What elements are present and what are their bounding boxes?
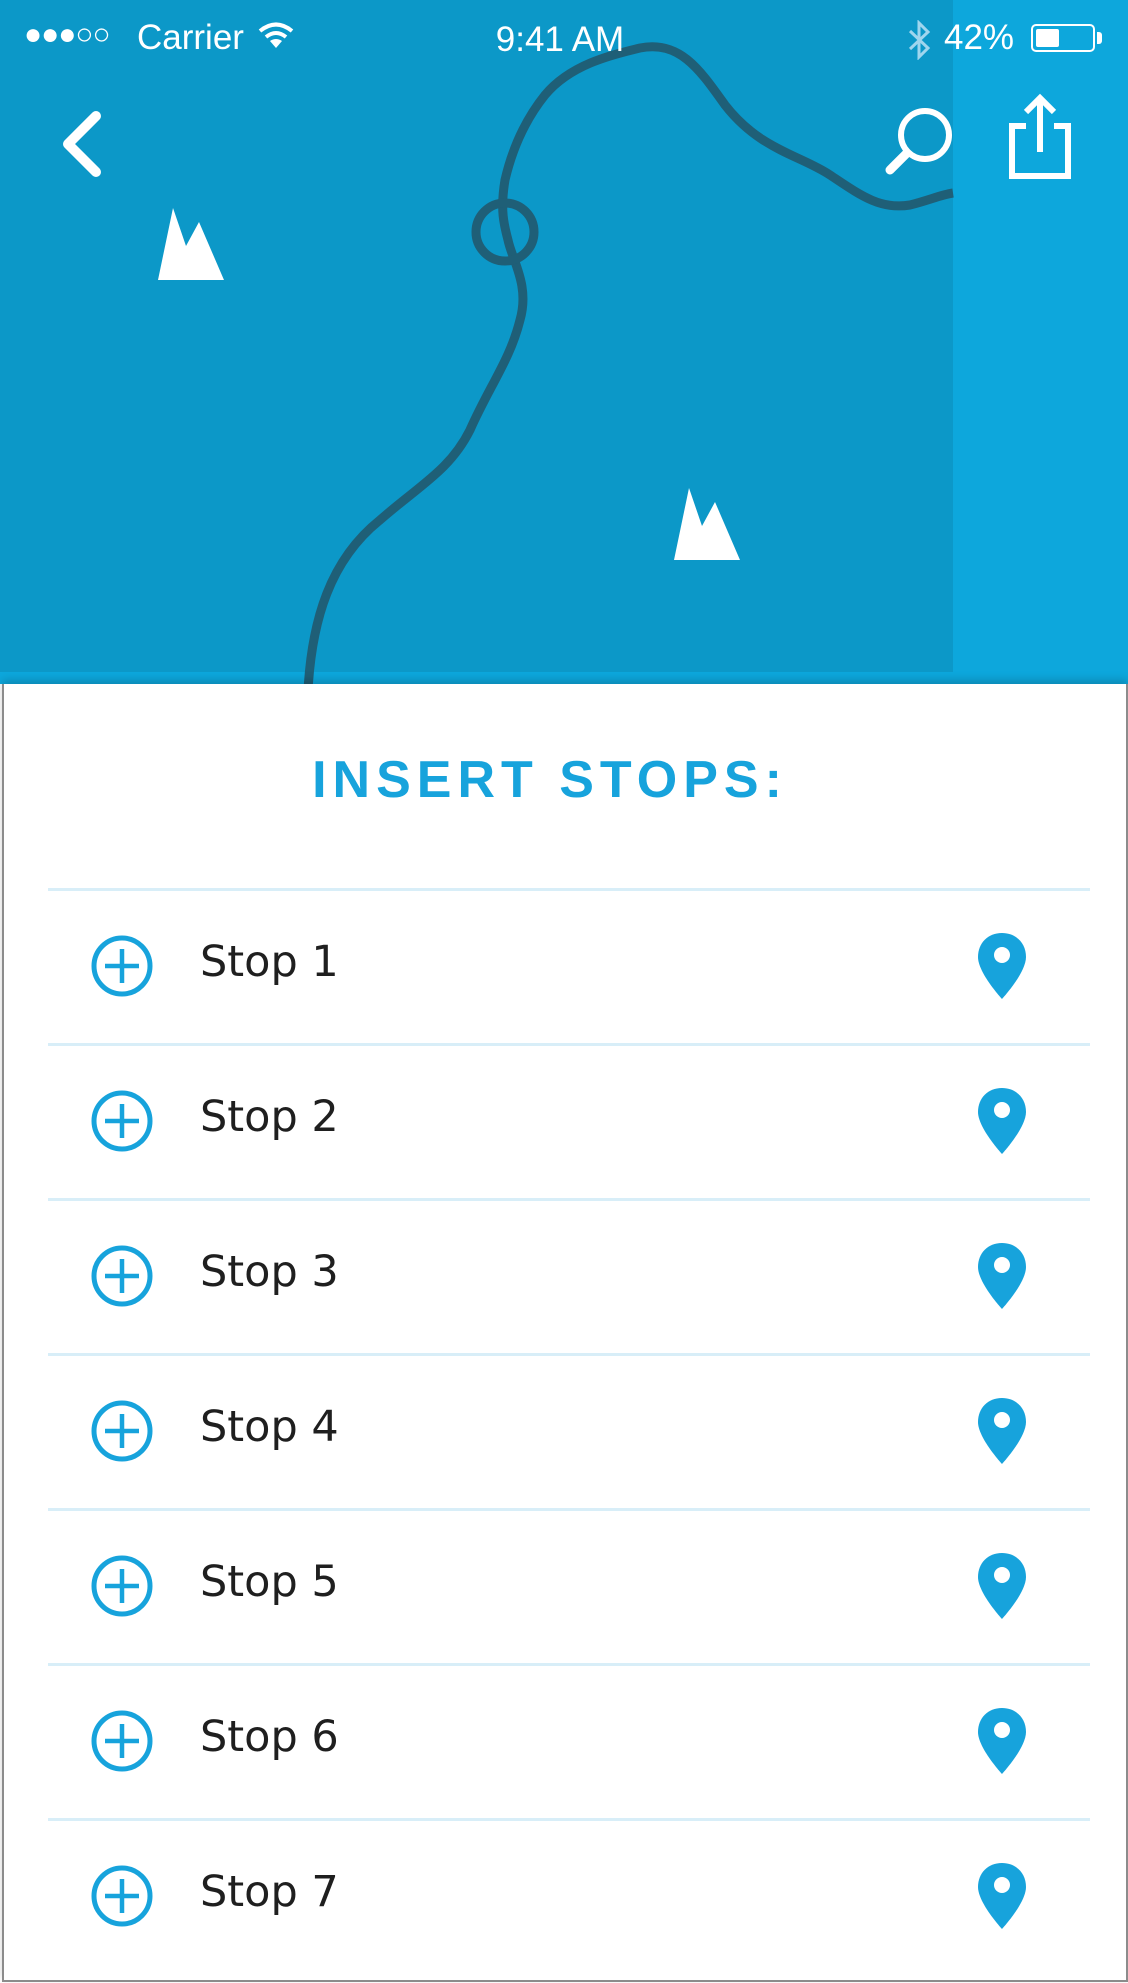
map-pin-icon[interactable] bbox=[976, 1396, 1028, 1466]
stop-label: Stop 4 bbox=[200, 1402, 339, 1452]
panel-title: INSERT STOPS: bbox=[312, 751, 788, 809]
map-pin-icon[interactable] bbox=[976, 1086, 1028, 1156]
stops-list: Stop 1 Stop 2 Stop 3 Stop 4 Stop 5 Stop … bbox=[48, 888, 1090, 1973]
share-icon bbox=[1009, 93, 1071, 179]
stop-label: Stop 1 bbox=[200, 937, 339, 987]
plus-circle-icon[interactable] bbox=[90, 1554, 154, 1618]
plus-circle-icon[interactable] bbox=[90, 1089, 154, 1153]
map-view[interactable] bbox=[0, 0, 1128, 684]
stops-panel: INSERT STOPS: Stop 1 Stop 2 Stop 3 Stop … bbox=[2, 684, 1128, 1982]
stop-row-6[interactable]: Stop 6 bbox=[48, 1663, 1090, 1818]
map-pin-icon[interactable] bbox=[976, 1706, 1028, 1776]
search-icon bbox=[885, 108, 952, 175]
plus-circle-icon[interactable] bbox=[90, 934, 154, 998]
plus-circle-icon[interactable] bbox=[90, 1399, 154, 1463]
stop-label: Stop 5 bbox=[200, 1557, 339, 1607]
battery-percent: 42% bbox=[944, 18, 1015, 57]
route-line bbox=[303, 42, 954, 684]
bluetooth-icon bbox=[908, 20, 931, 60]
mountain-icon bbox=[158, 208, 224, 280]
map-pin-icon[interactable] bbox=[976, 1861, 1028, 1931]
stop-row-5[interactable]: Stop 5 bbox=[48, 1508, 1090, 1663]
mountain-icon bbox=[674, 488, 740, 560]
stop-label: Stop 3 bbox=[200, 1247, 339, 1297]
stop-row-7[interactable]: Stop 7 bbox=[48, 1818, 1090, 1973]
stop-label: Stop 2 bbox=[200, 1092, 339, 1142]
stop-row-1[interactable]: Stop 1 bbox=[48, 888, 1090, 1043]
search-button[interactable] bbox=[880, 104, 956, 180]
chevron-left-icon bbox=[63, 111, 101, 177]
plus-circle-icon[interactable] bbox=[90, 1709, 154, 1773]
stop-row-4[interactable]: Stop 4 bbox=[48, 1353, 1090, 1508]
plus-circle-icon[interactable] bbox=[90, 1244, 154, 1308]
stop-row-2[interactable]: Stop 2 bbox=[48, 1043, 1090, 1198]
map-pin-icon[interactable] bbox=[976, 1551, 1028, 1621]
share-button[interactable] bbox=[1002, 92, 1078, 184]
app-screen: ●●●○○ Carrier 9:41 AM 42% INSERT STOPS: … bbox=[0, 0, 1128, 1983]
battery-tip bbox=[1097, 32, 1102, 44]
battery-icon bbox=[1031, 24, 1095, 52]
status-bar: ●●●○○ Carrier 9:41 AM 42% bbox=[0, 0, 1128, 78]
stop-row-3[interactable]: Stop 3 bbox=[48, 1198, 1090, 1353]
stop-label: Stop 6 bbox=[200, 1712, 339, 1762]
plus-circle-icon[interactable] bbox=[90, 1864, 154, 1928]
battery-level bbox=[1036, 29, 1059, 47]
stop-label: Stop 7 bbox=[200, 1867, 339, 1917]
back-button[interactable] bbox=[52, 106, 112, 182]
map-pin-icon[interactable] bbox=[976, 1241, 1028, 1311]
map-pin-icon[interactable] bbox=[976, 931, 1028, 1001]
